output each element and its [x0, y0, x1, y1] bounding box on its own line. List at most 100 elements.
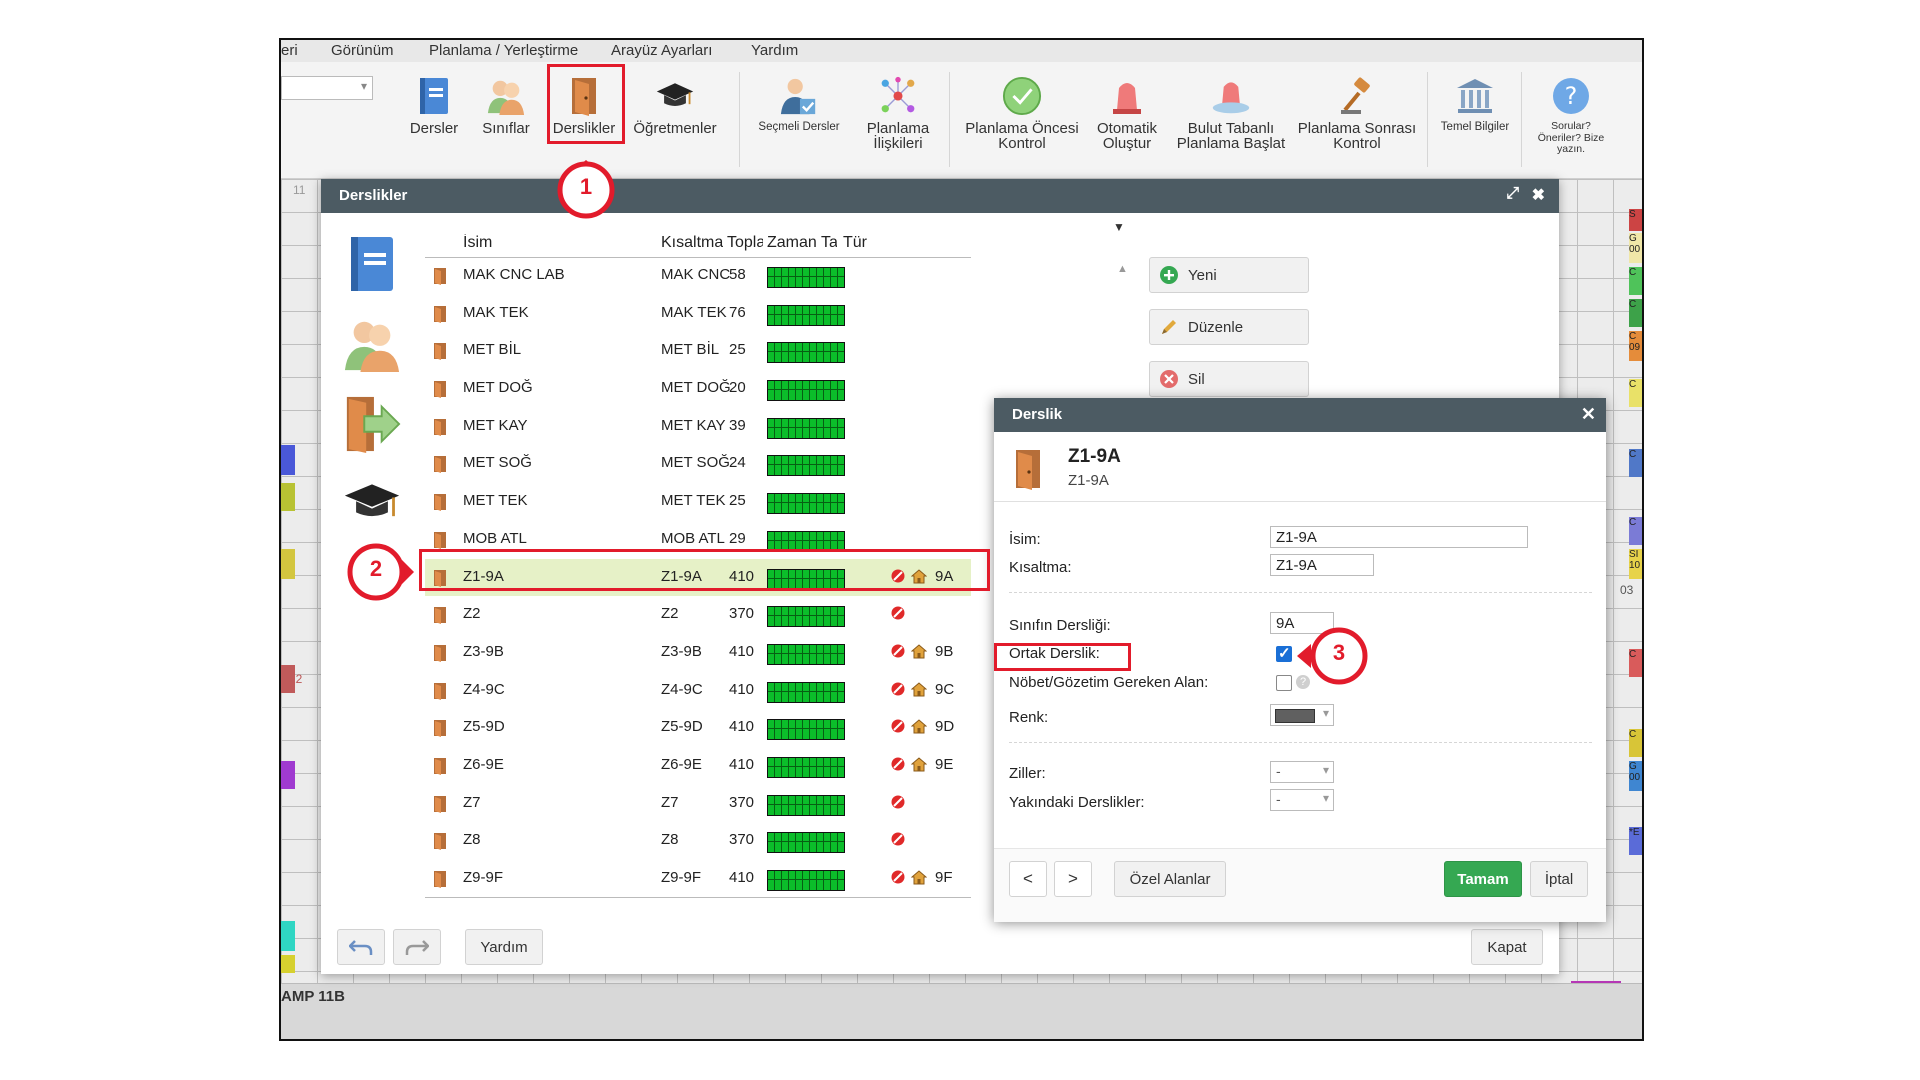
- ribbon-button-planlama-iliskileri[interactable]: Planlama İlişkileri: [853, 76, 943, 151]
- menu-item-data[interactable]: eri: [281, 42, 298, 59]
- side-button-dersler[interactable]: [343, 235, 401, 293]
- side-button-siniflar[interactable]: [343, 315, 401, 373]
- table-row[interactable]: MET DOĞ MET DOĞ 20: [425, 370, 971, 408]
- table-row[interactable]: MAK CNC LAB MAK CNC 58: [425, 257, 971, 295]
- button-label: Kapat: [1487, 938, 1527, 956]
- ribbon-label: Seçmeli Dersler: [758, 121, 840, 133]
- ribbon-button-siniflar[interactable]: Sınıflar: [473, 76, 539, 136]
- dropdown-arrow-icon[interactable]: ▼: [1113, 220, 1125, 234]
- table-row[interactable]: MET TEK MET TEK 25: [425, 483, 971, 521]
- ribbon-button-bulut-planlama[interactable]: Bulut Tabanlı Planlama Başlat: [1171, 76, 1291, 151]
- menu-item-help[interactable]: Yardım: [751, 42, 798, 59]
- close-icon[interactable]: ✕: [1581, 404, 1596, 425]
- table-row[interactable]: Z2 Z2 370: [425, 596, 971, 634]
- help-button[interactable]: Yardım: [465, 929, 543, 965]
- ribbon-label: Sorular? Öneriler? Bize yazın.: [1537, 120, 1605, 155]
- column-header-time[interactable]: Zaman Tab: [767, 234, 837, 252]
- edit-button[interactable]: Düzenle: [1149, 309, 1309, 345]
- short-input[interactable]: Z1-9A: [1270, 554, 1374, 576]
- cell-short: MAK TEK: [661, 303, 727, 321]
- classroom-header-name: Z1-9A: [1068, 446, 1121, 467]
- dialog-title: Derslik: [1012, 406, 1063, 423]
- pencil-icon: [1160, 318, 1178, 336]
- delete-button[interactable]: Sil: [1149, 361, 1309, 397]
- ribbon-button-planlama-sonrasi-kontrol[interactable]: Planlama Sonrası Kontrol: [1293, 76, 1421, 151]
- maximize-icon[interactable]: ⤢: [1506, 185, 1519, 203]
- table-row[interactable]: Z8 Z8 370: [425, 822, 971, 860]
- table-row[interactable]: MET SOĞ MET SOĞ 24: [425, 445, 971, 483]
- close-icon[interactable]: ✖: [1532, 185, 1545, 205]
- side-button-derslikler[interactable]: [343, 395, 401, 453]
- ribbon-label: Bulut Tabanlı Planlama Başlat: [1176, 120, 1286, 152]
- alarm-light-icon: [1107, 76, 1147, 116]
- cloud-alarm-icon: [1211, 76, 1251, 116]
- grid-color-cell: [281, 483, 295, 511]
- time-table-bar: [767, 493, 845, 515]
- column-header-name[interactable]: İsim: [463, 234, 492, 252]
- bells-select[interactable]: - ▾: [1270, 761, 1334, 783]
- ribbon-button-feedback[interactable]: ? Sorular? Öneriler? Bize yazın.: [1529, 76, 1613, 156]
- column-header-total[interactable]: Topla: [727, 234, 763, 252]
- cell-name: Z4-9C: [463, 680, 505, 698]
- menu-item-view[interactable]: Görünüm: [331, 42, 394, 59]
- ribbon-label: Otomatik Oluştur: [1096, 120, 1157, 152]
- undo-button[interactable]: [337, 929, 385, 965]
- menu-item-interface-settings[interactable]: Arayüz Ayarları: [611, 42, 712, 59]
- new-button[interactable]: Yeni: [1149, 257, 1309, 293]
- redo-button[interactable]: [393, 929, 441, 965]
- table-row[interactable]: Z7 Z7 370: [425, 785, 971, 823]
- cell-short: Z5-9D: [661, 718, 703, 736]
- duty-area-label: Nöbet/Gözetim Gereken Alan:: [1009, 674, 1209, 691]
- forbidden-icon: [891, 870, 905, 888]
- time-table-bar: [767, 267, 845, 288]
- duty-area-checkbox[interactable]: [1276, 675, 1292, 691]
- ribbon-button-dersler[interactable]: Dersler: [401, 76, 467, 136]
- ribbon-button-ogretmenler[interactable]: Öğretmenler: [627, 76, 723, 136]
- nearby-rooms-label: Yakındaki Derslikler:: [1009, 794, 1145, 811]
- ribbon-separator: [949, 72, 950, 167]
- door-icon: [433, 682, 447, 704]
- table-row[interactable]: MET KAY MET KAY 39: [425, 408, 971, 446]
- color-picker[interactable]: ▾: [1270, 704, 1334, 726]
- time-table-bar: [767, 681, 845, 703]
- table-row[interactable]: Z4-9C Z4-9C 410 9C: [425, 672, 971, 710]
- forbidden-icon: [891, 832, 905, 850]
- cell-short: Z7: [661, 793, 679, 811]
- table-row[interactable]: Z6-9E Z6-9E 410 9E: [425, 747, 971, 785]
- table-row[interactable]: MET BİL MET BİL 25: [425, 332, 971, 370]
- menu-item-planning[interactable]: Planlama / Yerleştirme: [429, 42, 578, 59]
- grid-cell-label: C 09: [1629, 331, 1641, 353]
- cell-name: Z2: [463, 605, 481, 623]
- derslikler-titlebar: Derslikler ⤢ ✖: [321, 179, 1559, 213]
- column-header-short[interactable]: Kısaltma: [661, 234, 723, 252]
- cell-short: Z2: [661, 605, 679, 623]
- name-input[interactable]: Z1-9A: [1270, 526, 1528, 548]
- cell-name: Z8: [463, 831, 481, 849]
- time-table-bar: [767, 417, 845, 439]
- ribbon-label: Öğretmenler: [633, 120, 717, 137]
- scroll-up-icon[interactable]: ▲: [1117, 263, 1128, 275]
- cell-short: MET SOĞ: [661, 454, 730, 472]
- nearby-rooms-select[interactable]: - ▾: [1270, 789, 1334, 811]
- close-button[interactable]: Kapat: [1471, 929, 1543, 965]
- table-row[interactable]: Z3-9B Z3-9B 410 9B: [425, 634, 971, 672]
- ribbon-button-otomatik-olustur[interactable]: Otomatik Oluştur: [1087, 76, 1167, 151]
- grid-color-cell: *E: [1629, 827, 1642, 855]
- ribbon-button-temel-bilgiler[interactable]: Temel Bilgiler: [1435, 76, 1515, 133]
- column-header-type[interactable]: Tür: [843, 234, 867, 252]
- cell-total: 25: [729, 341, 746, 359]
- next-button[interactable]: >: [1054, 861, 1092, 897]
- ribbon-button-secmeli-dersler[interactable]: Seçmeli Dersler: [753, 76, 845, 133]
- custom-fields-button[interactable]: Özel Alanlar: [1114, 861, 1226, 897]
- button-label: Yeni: [1188, 266, 1217, 284]
- previous-button[interactable]: <: [1009, 861, 1047, 897]
- side-button-ogretmenler[interactable]: [343, 475, 401, 533]
- ribbon-combo[interactable]: [281, 76, 373, 100]
- shared-room-checkbox[interactable]: [1276, 644, 1292, 662]
- table-row[interactable]: Z9-9F Z9-9F 410 9F: [425, 860, 971, 898]
- table-row[interactable]: Z5-9D Z5-9D 410 9D: [425, 709, 971, 747]
- table-row[interactable]: MAK TEK MAK TEK 76: [425, 295, 971, 333]
- ok-button[interactable]: Tamam: [1444, 861, 1522, 897]
- cancel-button[interactable]: İptal: [1530, 861, 1588, 897]
- ribbon-button-planlama-oncesi-kontrol[interactable]: Planlama Öncesi Kontrol: [957, 76, 1087, 151]
